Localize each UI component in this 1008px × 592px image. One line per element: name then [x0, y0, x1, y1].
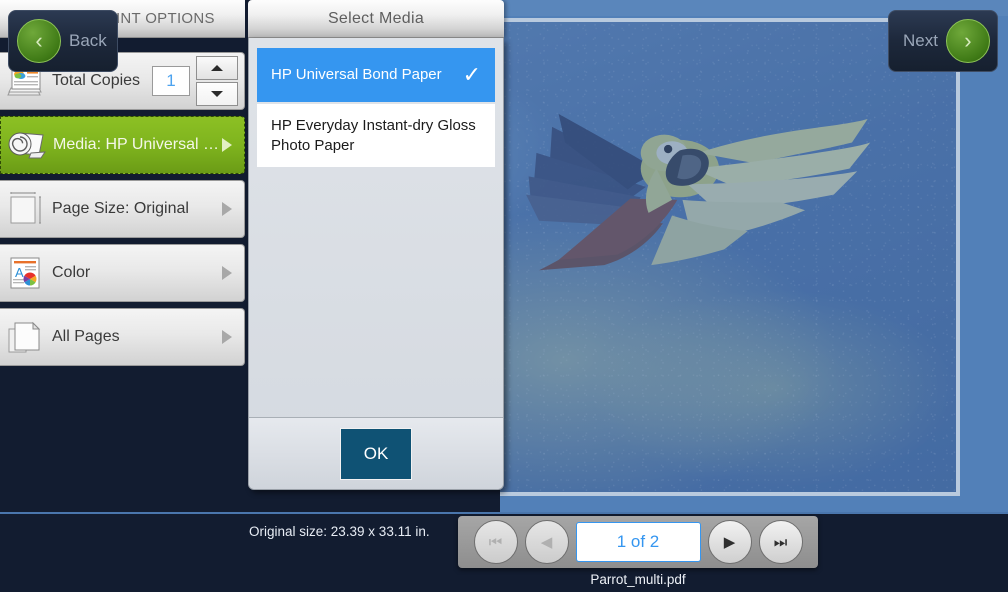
page-size-icon: [4, 189, 48, 229]
ok-button[interactable]: OK: [340, 427, 412, 480]
copies-spinner-group[interactable]: [196, 56, 238, 106]
next-button-label: Next: [903, 31, 938, 50]
chevron-right-icon: [222, 202, 232, 216]
sidebar-item-label-page-size: Page Size: Original: [52, 200, 189, 217]
color-icon: A: [4, 253, 48, 293]
chevron-down-icon: [211, 91, 223, 97]
media-option-gloss-photo[interactable]: HP Everyday Instant-dry Gloss Photo Pape…: [257, 104, 495, 167]
sidebar-item-media[interactable]: Media: HP Universal Bo...: [0, 116, 245, 174]
preview-sheet: [500, 18, 960, 496]
check-icon: ✓: [462, 62, 481, 87]
sidebar-item-label-media: Media: HP Universal Bo...: [53, 136, 222, 153]
back-button[interactable]: ‹ Back: [8, 10, 118, 72]
select-media-footer: OK: [249, 417, 503, 489]
all-pages-icon: [4, 317, 48, 357]
print-options-list: Total Copies 1 Media: HP Universal Bo...: [0, 52, 245, 372]
chevron-right-icon: [222, 138, 232, 152]
sidebar-item-label-color: Color: [52, 264, 91, 281]
sidebar-item-all-pages[interactable]: All Pages: [0, 308, 245, 366]
sidebar-item-color[interactable]: A Color: [0, 244, 245, 302]
media-option-label: HP Universal Bond Paper: [271, 66, 442, 84]
media-option-universal-bond[interactable]: HP Universal Bond Paper ✓: [257, 48, 495, 102]
copies-stepper[interactable]: 1: [152, 56, 238, 106]
media-options-list: HP Universal Bond Paper ✓ HP Everyday In…: [257, 48, 495, 167]
back-button-label: Back: [69, 31, 107, 50]
svg-text:A: A: [15, 265, 24, 280]
last-page-button[interactable]: ⏭: [758, 520, 803, 564]
page-navigator: ⏮ ◀ 1 of 2 ▶ ⏭: [458, 516, 818, 568]
next-button[interactable]: Next ›: [888, 10, 998, 72]
previous-page-button[interactable]: ◀: [524, 520, 569, 564]
copies-increment-button[interactable]: [196, 56, 238, 80]
first-page-button[interactable]: ⏮: [473, 520, 518, 564]
sidebar-item-label-total-copies: Total Copies: [52, 72, 141, 89]
select-media-title: Select Media: [248, 0, 504, 38]
copies-decrement-button[interactable]: [196, 82, 238, 106]
media-roll-icon: [5, 125, 49, 165]
preview-image: [500, 22, 956, 492]
page-indicator-input[interactable]: 1 of 2: [575, 522, 701, 562]
print-preview-pane[interactable]: [500, 0, 1008, 512]
chevron-right-icon: [222, 330, 232, 344]
sidebar-item-label-all-pages: All Pages: [52, 328, 120, 345]
select-media-panel: HP Universal Bond Paper ✓ HP Everyday In…: [248, 38, 504, 490]
filename-label: Parrot_multi.pdf: [590, 572, 686, 587]
total-copies-input[interactable]: 1: [152, 66, 190, 96]
next-page-button[interactable]: ▶: [707, 520, 752, 564]
preview-blue-overlay: [500, 22, 956, 492]
sidebar-item-page-size[interactable]: Page Size: Original: [0, 180, 245, 238]
app-root: SELECT PRINT OPTIONS Total Copies 1 Medi…: [0, 0, 1008, 592]
arrow-right-icon: ›: [945, 19, 990, 63]
chevron-up-icon: [211, 65, 223, 71]
media-option-label: HP Everyday Instant-dry Gloss Photo Pape…: [271, 117, 476, 154]
chevron-right-icon: [222, 266, 232, 280]
original-size-label: Original size: 23.39 x 33.11 in.: [249, 524, 430, 539]
arrow-left-icon: ‹: [17, 19, 61, 63]
